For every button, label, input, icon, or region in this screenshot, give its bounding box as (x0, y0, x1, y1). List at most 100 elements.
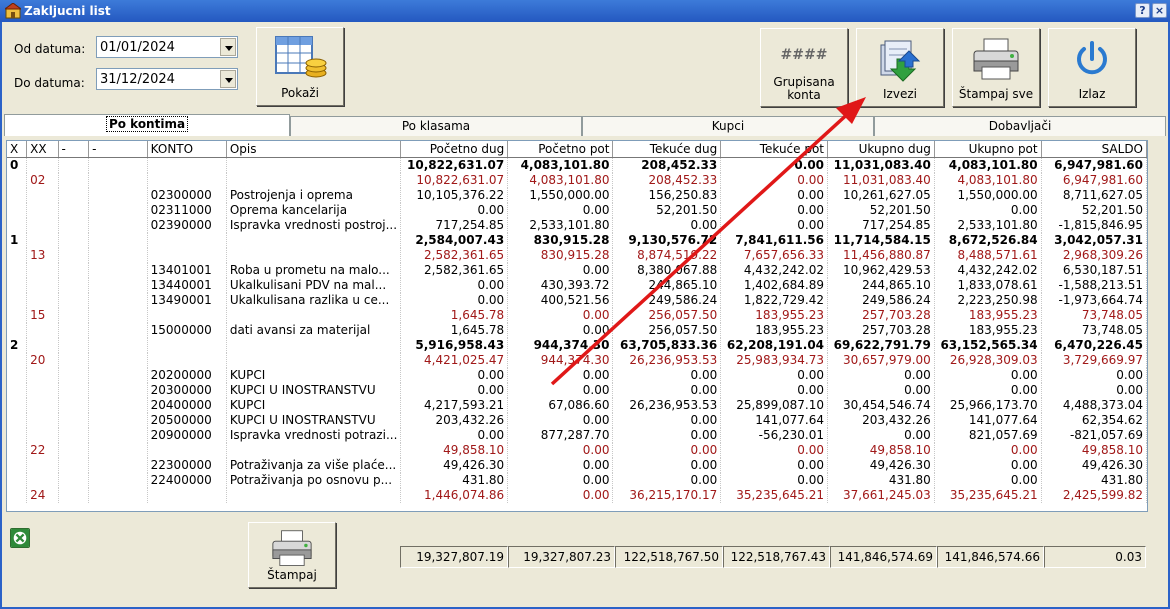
cell-amount: 0.00 (720, 217, 829, 233)
from-date-dropdown-icon[interactable] (220, 38, 236, 56)
from-date-picker[interactable]: 01/01/2024 (96, 36, 238, 58)
to-date-dropdown-icon[interactable] (220, 70, 236, 88)
spreadsheet-coins-icon (275, 36, 327, 78)
cell-amount: 0.00 (612, 457, 722, 473)
cell-amount: 0.00 (507, 472, 614, 488)
print-button[interactable]: Štampaj (248, 522, 336, 588)
total-pocetno-pot: 19,327,807.23 (508, 546, 615, 568)
grouped-accounts-button[interactable]: #### Grupisana konta (760, 28, 848, 107)
table-row[interactable]: 13401001 Roba u prometu na malo... 2,582,3… (7, 262, 1147, 278)
cell-blank (88, 217, 148, 233)
grid-col-header[interactable]: KONTO (147, 141, 227, 158)
table-row[interactable]: 20500000 KUPCI U INOSTRANSTVU 203,432.26 0.… (7, 412, 1147, 428)
cell-amount: 4,488,373.04 (1041, 397, 1147, 413)
cell-xx (26, 232, 59, 248)
grid-col-header[interactable]: Opis (226, 141, 402, 158)
table-row[interactable]: 02390000 Ispravka vrednosti postroj... 717… (7, 217, 1147, 233)
table-row[interactable]: 20 4,421,025.47 944,374.30 26,236,953.53 25,… (7, 352, 1147, 368)
grid-col-header[interactable]: Početno dug (400, 141, 509, 158)
table-row[interactable]: 13440001 Ukalkulisani PDV na mal... 0.00 43… (7, 277, 1147, 293)
table-row[interactable]: 02300000 Postrojenja i oprema 10,105,376.2… (7, 187, 1147, 203)
cell-amount: 8,672,526.84 (934, 232, 1042, 248)
cell-konto: 20400000 (147, 397, 227, 413)
cell-blank (58, 277, 90, 293)
print-all-button[interactable]: Štampaj sve (952, 28, 1040, 107)
printer-icon (272, 530, 312, 566)
cell-xx: 15 (26, 307, 59, 323)
cell-amount: 67,086.60 (507, 397, 614, 413)
table-row[interactable]: 20200000 KUPCI 0.00 0.00 0.00 0.00 0.00 0.00 0.0… (7, 367, 1147, 383)
grid-col-header[interactable]: Ukupno pot (934, 141, 1042, 158)
from-date-label: Od datuma: (14, 42, 86, 56)
grid-col-header[interactable]: Početno pot (507, 141, 614, 158)
tab-dobavljaci[interactable]: Dobavljači (874, 116, 1166, 136)
grid-col-header[interactable]: - (88, 141, 148, 158)
tab-kupci[interactable]: Kupci (582, 116, 874, 136)
cell-amount: 0.00 (507, 367, 614, 383)
table-row[interactable]: 20300000 KUPCI U INOSTRANSTVU 0.00 0.00 0.00… (7, 382, 1147, 398)
tab-po-klasama[interactable]: Po klasama (290, 116, 582, 136)
export-folder-arrow-icon (880, 40, 921, 82)
to-date-picker[interactable]: 31/12/2024 (96, 68, 238, 90)
cell-xx: 24 (26, 487, 59, 503)
table-row[interactable]: 2 5,916,958.43 944,374.30 63,705,833.36 62,2… (7, 337, 1147, 353)
cell-amount: 0.00 (720, 367, 829, 383)
table-row[interactable]: 15 1,645.78 0.00 256,057.50 183,955.23 257,70… (7, 307, 1147, 323)
table-row[interactable]: 0 10,822,631.07 4,083,101.80 208,452.33 0.00… (7, 157, 1147, 173)
cell-konto (147, 352, 227, 368)
cell-blank (58, 157, 90, 173)
cell-amount: 10,261,627.05 (827, 187, 935, 203)
table-row[interactable]: 13 2,582,361.65 830,915.28 8,874,519.22 7,65… (7, 247, 1147, 263)
printer-icon (973, 38, 1019, 80)
cell-blank (88, 307, 148, 323)
cell-blank (58, 472, 90, 488)
grid-col-header[interactable]: Tekuće dug (612, 141, 722, 158)
tab-po-kontima[interactable]: Po kontima (4, 114, 290, 136)
cell-amount: 11,456,880.87 (827, 247, 935, 263)
close-button[interactable]: × (1152, 3, 1167, 18)
cell-amount: 52,201.50 (1041, 202, 1147, 218)
table-row[interactable]: 02 10,822,631.07 4,083,101.80 208,452.33 0.0… (7, 172, 1147, 188)
export-button[interactable]: Izvezi (856, 28, 944, 107)
cell-xx: 22 (26, 442, 59, 458)
table-row[interactable]: 22 49,858.10 0.00 0.00 0.00 49,858.10 0.00 49,8… (7, 442, 1147, 458)
to-date-value[interactable]: 31/12/2024 (100, 72, 175, 87)
grid-col-header[interactable]: XX (26, 141, 59, 158)
table-row[interactable]: 20900000 Ispravka vrednosti potrazi... 0.0… (7, 427, 1147, 443)
cell-blank (58, 337, 90, 353)
grid-col-header[interactable]: Tekuće pot (720, 141, 829, 158)
cell-opis: Ispravka vrednosti postroj... (226, 217, 402, 233)
cell-blank (88, 157, 148, 173)
cell-opis: Ukalkulisana razlika u ce... (226, 292, 402, 308)
accounts-grid[interactable]: X XX - - KONTO Opis Početno dug Početno pot Teku… (6, 140, 1148, 512)
table-row[interactable]: 20400000 KUPCI 4,217,593.21 67,086.60 26,236… (7, 397, 1147, 413)
table-row[interactable]: 22300000 Potraživanja za više plaće... 49,… (7, 457, 1147, 473)
help-button[interactable]: ? (1135, 3, 1150, 18)
cell-amount: 0.00 (934, 472, 1042, 488)
cell-amount: 25,899,087.10 (720, 397, 829, 413)
cell-opis (226, 352, 402, 368)
table-row[interactable]: 1 2,584,007.43 830,915.28 9,130,576.72 7,841… (7, 232, 1147, 248)
table-row[interactable]: 13490001 Ukalkulisana razlika u ce... 0.00… (7, 292, 1147, 308)
cell-amount: 830,915.28 (507, 232, 614, 248)
table-row[interactable]: 22400000 Potraživanja po osnovu p... 431.8… (7, 472, 1147, 488)
show-button-label: Pokaži (281, 86, 319, 100)
table-row[interactable]: 15000000 dati avansi za materijal 1,645.78… (7, 322, 1147, 338)
table-row[interactable]: 24 1,446,074.86 0.00 36,215,170.17 35,235,64… (7, 487, 1147, 503)
cell-amount: 49,858.10 (400, 442, 509, 458)
grid-col-header[interactable]: Ukupno dug (827, 141, 935, 158)
cell-xx (26, 157, 59, 173)
excel-icon[interactable] (10, 528, 30, 548)
grid-col-header[interactable]: X (7, 141, 28, 158)
grid-col-header[interactable]: SALDO (1041, 141, 1147, 158)
cell-amount: 183,955.23 (934, 307, 1042, 323)
grid-col-header[interactable]: - (58, 141, 90, 158)
show-button[interactable]: Pokaži (256, 27, 344, 106)
table-row[interactable]: 02311000 Oprema kancelarija 0.00 0.00 52,201… (7, 202, 1147, 218)
cell-xx (26, 277, 59, 293)
exit-button[interactable]: Izlaz (1048, 28, 1136, 107)
cell-blank (58, 292, 90, 308)
from-date-value[interactable]: 01/01/2024 (100, 40, 175, 55)
cell-amount: 0.00 (400, 277, 509, 293)
cell-amount: 63,705,833.36 (612, 337, 722, 353)
